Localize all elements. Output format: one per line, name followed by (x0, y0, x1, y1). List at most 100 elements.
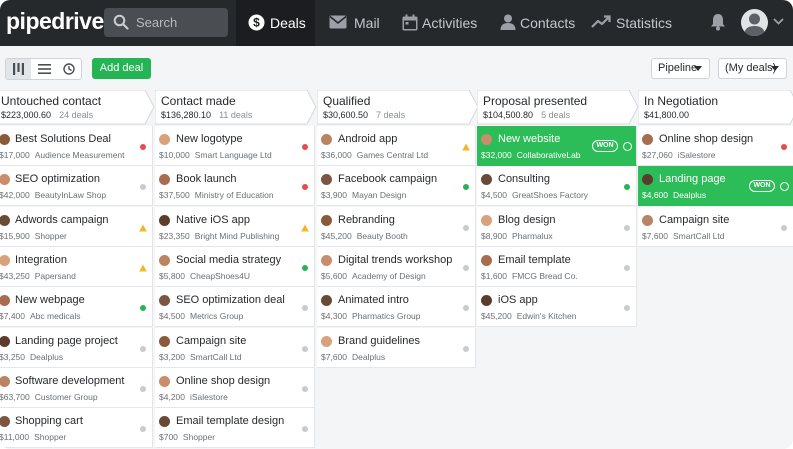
pipeline-select[interactable]: Pipeline (651, 58, 710, 79)
deal-card[interactable]: iOS app $45,200 Edwin's Kitchen (477, 287, 637, 328)
deal-card[interactable]: Best Solutions Deal $17,000 Audience Measu… (0, 126, 153, 166)
deal-card[interactable]: Software development $63,700 Customer Grou… (0, 367, 153, 408)
deal-card[interactable]: New website $32,000 CollaborativeLab WON (477, 126, 637, 166)
deal-card[interactable]: New logotype $10,000 Smart Language Ltd (155, 126, 315, 166)
stage-name: Untouched contact (1, 94, 102, 108)
chevron-down-icon[interactable] (773, 18, 784, 25)
pipeline-view-icon (13, 63, 24, 75)
deal-card[interactable]: Animated intro $4,300 Pharmatics Group (317, 287, 476, 328)
activity-status-icon[interactable] (462, 345, 470, 353)
warning-triangle-icon[interactable] (139, 224, 147, 232)
activity-ring-icon[interactable] (623, 142, 632, 151)
activity-status-icon[interactable] (139, 425, 147, 433)
nav-contacts-label: Contacts (520, 15, 576, 31)
activity-status-icon[interactable] (462, 224, 470, 232)
deal-title: Campaign site (176, 334, 247, 347)
deal-card[interactable]: Campaign site $7,600 SmartCall Ltd (638, 206, 793, 247)
bell-icon[interactable] (710, 13, 726, 31)
pipedrive-logo[interactable]: pipedrive (6, 8, 104, 35)
activity-status-icon[interactable] (301, 425, 309, 433)
deal-card[interactable]: Book launch $37,500 Ministry of Education (155, 166, 315, 207)
deal-title: Campaign site (659, 213, 730, 226)
deal-card[interactable]: Brand guidelines $7,600 Dealplus (317, 327, 476, 368)
stage-name: Qualified (323, 94, 371, 108)
deal-card[interactable]: Landing page $4,600 Dealplus WON (638, 166, 793, 207)
activity-status-icon[interactable] (462, 183, 470, 191)
warning-triangle-icon[interactable] (301, 224, 309, 232)
activity-status-icon[interactable] (462, 304, 470, 312)
deal-meta: $3,250 Dealplus (0, 352, 63, 362)
nav-activities[interactable]: Activities (390, 0, 485, 46)
nav-statistics[interactable]: Statistics (582, 0, 682, 46)
list-view-button[interactable] (32, 59, 57, 79)
warning-triangle-icon[interactable] (139, 264, 147, 272)
activity-status-icon[interactable] (301, 345, 309, 353)
activity-status-icon[interactable] (301, 183, 309, 191)
activity-status-icon[interactable] (623, 304, 631, 312)
clock-icon (63, 63, 75, 75)
activity-ring-icon[interactable] (780, 182, 789, 192)
deal-card[interactable]: Facebook campaign $3,900 Mayan Design (317, 166, 476, 207)
activity-status-icon[interactable] (139, 385, 147, 393)
deal-card[interactable]: Social media strategy $5,800 CheapShoes4U (155, 246, 315, 287)
activity-status-icon[interactable] (301, 385, 309, 393)
add-deal-button[interactable]: Add deal (92, 58, 151, 79)
search-input-placeholder[interactable]: Search (136, 15, 177, 30)
deal-card[interactable]: Blog design $8,900 Pharmalux (477, 206, 637, 247)
deal-card[interactable]: Rebranding $45,200 Beauty Booth (317, 206, 476, 247)
deal-card[interactable]: Integration $43,250 Papersand (0, 246, 153, 287)
deal-amount: $15,900 (0, 230, 30, 241)
search-box[interactable]: Search (104, 8, 228, 37)
deal-title: Online shop design (176, 374, 271, 387)
deal-card[interactable]: Online shop design $4,200 iSalestore (155, 367, 315, 408)
activity-status-icon[interactable] (462, 264, 470, 272)
user-avatar[interactable] (741, 9, 768, 36)
activity-status-icon[interactable] (301, 304, 309, 312)
activity-status-icon[interactable] (623, 264, 631, 272)
activity-status-icon[interactable] (139, 345, 147, 353)
deal-card[interactable]: Native iOS app $23,350 Bright Mind Publish… (155, 206, 315, 247)
deal-card[interactable]: Consulting $4,500 GreatShoes Factory (477, 166, 637, 207)
deal-meta: $42,000 BeautyInLaw Shop (0, 190, 106, 200)
deal-card[interactable]: Adwords campaign $15,900 Shopper (0, 206, 153, 247)
contact-avatar (321, 335, 332, 347)
deal-card[interactable]: SEO optimization $42,000 BeautyInLaw Shop (0, 166, 153, 207)
activity-status-icon[interactable] (623, 224, 631, 232)
deal-card[interactable]: Email template design $700 Shopper (155, 408, 315, 449)
deal-meta: $7,600 SmartCall Ltd (642, 231, 725, 241)
activity-status-icon[interactable] (301, 264, 309, 272)
nav-deals[interactable]: $ Deals (236, 0, 315, 46)
deal-card[interactable]: Email template $1,600 FMCG Bread Co. (477, 246, 637, 287)
activity-status-icon[interactable] (780, 224, 788, 232)
deal-card[interactable]: Shopping cart $11,000 Shopper (0, 408, 153, 449)
deal-card[interactable]: Online shop design $27,060 iSalestore (638, 126, 793, 166)
forecast-view-button[interactable] (57, 59, 81, 79)
activity-status-icon[interactable] (139, 183, 147, 191)
warning-triangle-icon[interactable] (462, 143, 470, 151)
deal-card[interactable]: Landing page project $3,250 Dealplus (0, 327, 153, 368)
activity-status-icon[interactable] (139, 143, 147, 151)
contact-avatar (481, 295, 492, 307)
deal-title: Best Solutions Deal (15, 133, 111, 145)
deal-card[interactable]: SEO optimization deal $4,500 Metrics Group (155, 287, 315, 328)
stage-name: Contact made (161, 94, 236, 108)
activity-status-icon[interactable] (780, 143, 788, 151)
deal-card[interactable]: Digital trends workshop $5,600 Academy of … (317, 246, 476, 287)
activity-status-icon[interactable] (139, 304, 147, 312)
deal-card[interactable]: Android app $36,000 Games Central Ltd (317, 126, 476, 166)
deal-meta: $11,000 Shopper (0, 432, 66, 442)
nav-contacts[interactable]: Contacts (490, 0, 580, 46)
deal-card[interactable]: New webpage $7,400 Abc medicals (0, 287, 153, 328)
deals-filter-select[interactable]: (My deals) (718, 58, 787, 79)
deal-amount: $45,200 (481, 311, 512, 322)
deal-card[interactable]: Campaign site $3,200 SmartCall Ltd (155, 327, 315, 368)
stage-name: Proposal presented (483, 94, 588, 108)
deal-organization: iSalestore (677, 150, 716, 160)
activity-status-icon[interactable] (301, 143, 309, 151)
nav-mail[interactable]: Mail (315, 0, 390, 46)
activity-status-icon[interactable] (623, 183, 631, 191)
pipeline-view-button[interactable] (6, 59, 31, 79)
deal-meta: $15,900 Shopper (0, 231, 67, 241)
app-window: pipedrive Search $ Deals Mail Activities… (0, 0, 793, 449)
contact-avatar (481, 254, 492, 266)
